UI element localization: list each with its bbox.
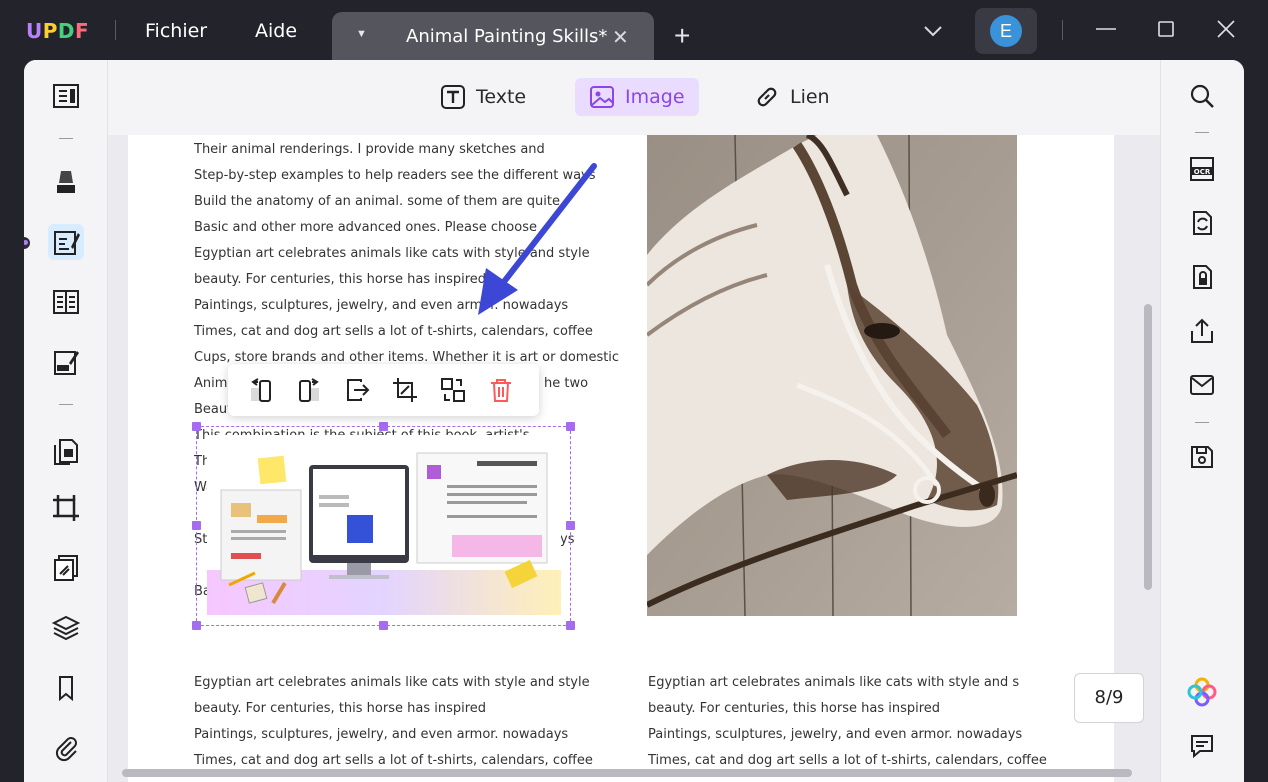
divider [59,404,73,405]
horse-painting-image[interactable] [647,135,1017,616]
document-tab[interactable]: ▼ Animal Painting Skills* ✕ [332,12,654,60]
text-line[interactable]: Paintings, sculptures, jewelry, and even… [194,727,568,742]
link-tool-label: Lien [790,86,830,108]
text-line[interactable]: Their animal renderings. I provide many … [194,142,545,157]
menu-aide[interactable]: Aide [255,20,297,42]
logo-letter: F [75,19,90,43]
share-icon[interactable] [1185,314,1219,348]
document-area: Texte Image Lien Their animal renderings… [108,60,1160,782]
title-bar: UPDF Fichier Aide ▼ Animal Painting Skil… [0,0,1268,60]
close-window-icon[interactable] [1215,18,1237,45]
text-line[interactable]: Times, cat and dog art sells a lot of t-… [194,753,593,768]
text-tool-button[interactable]: Texte [426,78,540,116]
divider [115,20,116,40]
chevron-down-icon[interactable] [922,22,944,45]
text-line-fragment[interactable]: he two [544,376,588,391]
right-sidebar: OCR [1160,60,1244,782]
tab-dropdown-icon[interactable]: ▼ [356,28,367,40]
link-tool-icon [757,87,777,107]
highlighter-icon[interactable] [48,164,84,200]
app-window: OCR Texte Image Lien Their animal render… [24,60,1244,782]
resize-handle[interactable] [566,521,575,530]
save-icon[interactable] [1185,440,1219,474]
rotate-left-icon[interactable] [246,375,276,405]
delete-icon[interactable] [486,375,516,405]
text-tool-icon [441,85,465,109]
horizontal-scrollbar[interactable] [122,769,1132,777]
extract-icon[interactable] [342,375,372,405]
image-tool-label: Image [625,86,685,108]
convert-icon[interactable] [1185,206,1219,240]
sign-icon[interactable] [48,344,84,380]
bookmark-icon[interactable] [48,670,84,706]
layers-icon[interactable] [48,610,84,646]
text-line[interactable]: Egyptian art celebrates animals like cat… [194,675,590,690]
divider [1195,422,1209,423]
edit-toolbar: Texte Image Lien [108,60,1160,135]
resize-handle[interactable] [566,422,575,431]
resize-handle[interactable] [192,422,201,431]
link-tool-button[interactable]: Lien [740,78,844,116]
image-selection-box[interactable] [196,426,571,626]
text-line[interactable]: beauty. For centuries, this horse has in… [194,701,486,716]
watermark-icon[interactable] [48,550,84,586]
logo-letter: D [57,19,76,43]
crop-icon[interactable] [48,490,84,526]
crop-icon[interactable] [390,375,420,405]
account-button[interactable]: E [975,8,1037,54]
image-tool-icon [590,86,614,108]
logo-letter: P [42,19,58,43]
form-icon[interactable] [48,284,84,320]
attachment-icon[interactable] [48,730,84,766]
text-tool-label: Texte [476,86,527,108]
resize-handle[interactable] [566,621,575,630]
active-indicator [24,237,30,249]
organize-pages-icon[interactable] [48,434,84,470]
tab-title: Animal Painting Skills* [406,26,608,47]
resize-handle[interactable] [192,621,201,630]
new-tab-icon[interactable]: + [674,22,690,50]
text-line[interactable]: beauty. For centuries, this horse has in… [648,701,940,716]
divider [59,138,73,139]
avatar: E [990,15,1022,47]
ai-assistant-icon[interactable] [1185,675,1219,709]
image-tool-button[interactable]: Image [575,78,699,116]
close-tab-icon[interactable]: ✕ [612,25,629,50]
divider [1195,132,1209,133]
annotation-arrow-icon [456,160,606,325]
logo-letter: U [26,19,43,43]
resize-handle[interactable] [379,621,388,630]
resize-handle[interactable] [192,521,201,530]
email-icon[interactable] [1185,368,1219,402]
pdf-page: Their animal renderings. I provide many … [128,135,1114,782]
text-line[interactable]: Beaut [194,402,232,417]
protect-icon[interactable] [1185,260,1219,294]
text-line[interactable]: Times, cat and dog art sells a lot of t-… [194,324,593,339]
vertical-scrollbar[interactable] [1144,304,1152,590]
text-line[interactable]: Paintings, sculptures, jewelry, and even… [648,727,1022,742]
text-line[interactable]: Times, cat and dog art sells a lot of t-… [648,753,1047,768]
image-context-toolbar [228,364,539,416]
minimize-icon[interactable] [1095,18,1117,45]
search-icon[interactable] [1185,79,1219,113]
edit-pdf-icon[interactable] [48,224,84,260]
comment-icon[interactable] [1185,729,1219,763]
reader-icon[interactable] [48,78,84,114]
menu-fichier[interactable]: Fichier [145,20,207,42]
text-line[interactable]: beauty. For centuries, this horse has in… [194,272,486,287]
text-line[interactable]: Egyptian art celebrates animals like cat… [648,675,1019,690]
divider [1062,20,1063,40]
rotate-right-icon[interactable] [294,375,324,405]
page-indicator[interactable]: 8/9 [1074,673,1144,723]
updf-logo[interactable]: UPDF [26,19,89,43]
text-line[interactable]: Cups, store brands and other items. Whet… [194,350,619,365]
ocr-icon[interactable]: OCR [1185,152,1219,186]
resize-handle[interactable] [379,422,388,431]
maximize-icon[interactable] [1155,18,1177,45]
replace-icon[interactable] [438,375,468,405]
svg-text:OCR: OCR [1194,168,1211,176]
left-sidebar [24,60,108,782]
